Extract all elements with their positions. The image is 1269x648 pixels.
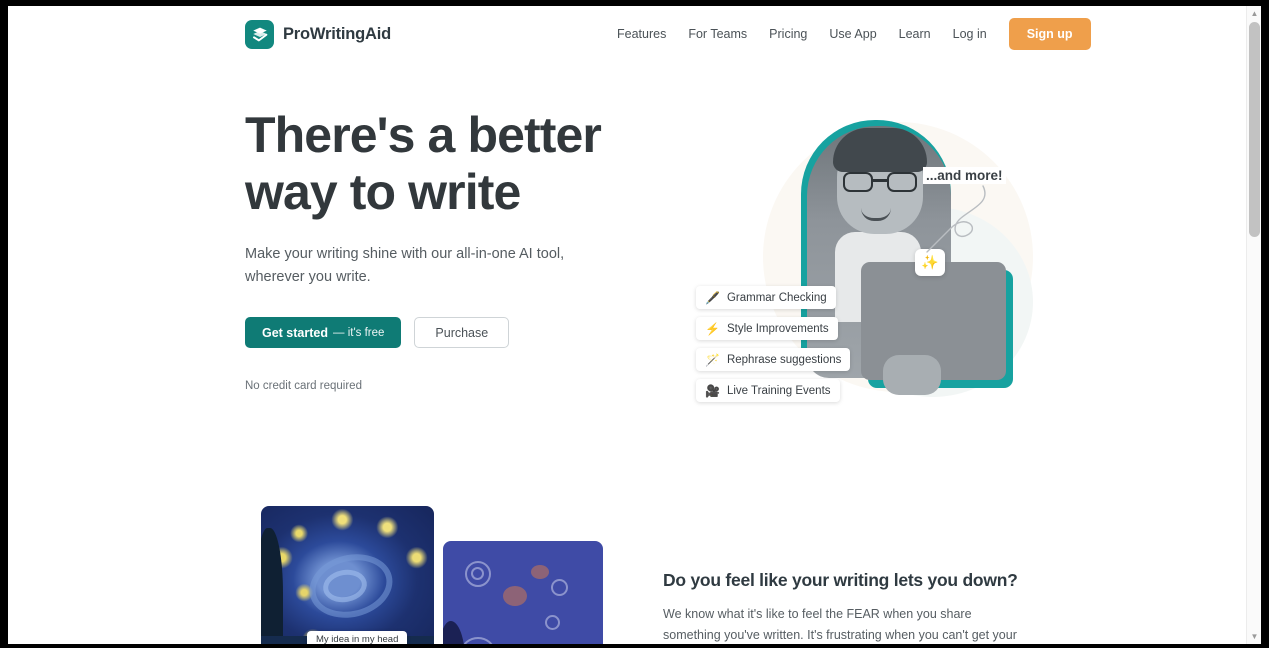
scrollbar-thumb[interactable] — [1249, 22, 1260, 237]
main-navigation: Features For Teams Pricing Use App Learn… — [606, 18, 1091, 50]
person-hair — [833, 128, 927, 172]
doodle-star — [545, 615, 560, 630]
feature-pill-grammar-checking[interactable]: 🖋️ Grammar Checking — [696, 286, 836, 309]
hero-section: There's a better way to write Make your … — [8, 62, 1246, 482]
brand-logo-link[interactable]: ProWritingAid — [245, 19, 392, 49]
nav-item-log-in[interactable]: Log in — [942, 21, 998, 47]
feature-pill-rephrase-suggestions[interactable]: 🪄 Rephrase suggestions — [696, 348, 851, 371]
hero-copy: There's a better way to write Make your … — [245, 107, 645, 392]
hero-title-line-1: There's a better — [245, 107, 602, 163]
nav-item-for-teams[interactable]: For Teams — [677, 21, 758, 47]
doodle-blob — [531, 565, 549, 579]
nav-item-features[interactable]: Features — [606, 21, 677, 47]
glasses-icon — [843, 172, 917, 192]
starry-cypress-tree — [261, 528, 283, 644]
doodle-cypress-tree — [443, 621, 465, 644]
feature-pill-list: 🖋️ Grammar Checking ⚡ Style Improvements… — [696, 286, 911, 410]
doodle-star — [551, 579, 568, 596]
lightning-bolt-icon: ⚡ — [705, 321, 720, 336]
get-started-label: Get started — [262, 325, 328, 340]
section-copy: Do you feel like your writing lets you d… — [663, 570, 1023, 644]
starry-night-image: My idea in my head — [261, 506, 434, 644]
feature-pill-label: Rephrase suggestions — [726, 353, 842, 366]
sign-up-button[interactable]: Sign up — [1008, 18, 1091, 50]
hero-title-line-2: way to write — [245, 164, 521, 220]
simplified-painting-card — [443, 541, 603, 644]
hero-actions: Get started — it's free Purchase — [245, 317, 645, 348]
feature-pill-label: Live Training Events — [726, 384, 831, 397]
image-caption-label: My idea in my head — [307, 631, 408, 644]
section-title: Do you feel like your writing lets you d… — [663, 570, 1018, 590]
brand-name: ProWritingAid — [283, 24, 392, 43]
magic-wand-icon: 🪄 — [705, 352, 720, 367]
section-body-text: We know what it's like to feel the FEAR … — [663, 607, 1017, 642]
nav-item-use-app[interactable]: Use App — [818, 21, 887, 47]
get-started-button[interactable]: Get started — it's free — [245, 317, 402, 348]
get-started-suffix: — it's free — [333, 326, 385, 339]
scrollbar-down-arrow-icon[interactable]: ▼ — [1247, 629, 1261, 644]
nav-item-learn[interactable]: Learn — [888, 21, 942, 47]
page-content: ProWritingAid Features For Teams Pricing… — [8, 6, 1246, 644]
hero-illustration: ✨ ...and more! 🖋️ Grammar Checking ⚡ Sty… — [663, 112, 1063, 452]
feature-pill-label: Grammar Checking — [726, 291, 827, 304]
book-stack-icon — [245, 19, 274, 49]
site-header: ProWritingAid Features For Teams Pricing… — [8, 6, 1246, 62]
hero-title: There's a better way to write — [245, 107, 645, 221]
page-scrollbar[interactable]: ▲ ▼ — [1246, 6, 1261, 644]
feature-pill-label: Style Improvements — [726, 322, 829, 335]
pen-icon: 🖋️ — [705, 290, 720, 305]
browser-viewport: ProWritingAid Features For Teams Pricing… — [8, 6, 1261, 644]
and-more-callout: ...and more! — [923, 167, 1006, 184]
doodle-spiral-inner — [471, 567, 484, 580]
callout-curve-icon — [926, 185, 986, 253]
section-illustration: My idea in my head — [253, 506, 603, 644]
no-credit-card-note: No credit card required — [245, 380, 362, 392]
feature-pill-style-improvements[interactable]: ⚡ Style Improvements — [696, 317, 838, 340]
purchase-button[interactable]: Purchase — [414, 317, 510, 348]
doodle-blob — [503, 586, 527, 606]
nav-item-pricing[interactable]: Pricing — [758, 21, 818, 47]
doodle-spiral — [461, 637, 495, 644]
feature-pill-live-training-events[interactable]: 🎥 Live Training Events — [696, 379, 840, 402]
video-camera-icon: 🎥 — [705, 383, 720, 398]
writing-lets-you-down-section: My idea in my head Do you feel like your… — [8, 482, 1246, 644]
hero-subtitle: Make your writing shine with our all-in-… — [245, 246, 565, 285]
scrollbar-up-arrow-icon[interactable]: ▲ — [1247, 6, 1261, 21]
browser-window-frame: ProWritingAid Features For Teams Pricing… — [0, 0, 1269, 648]
